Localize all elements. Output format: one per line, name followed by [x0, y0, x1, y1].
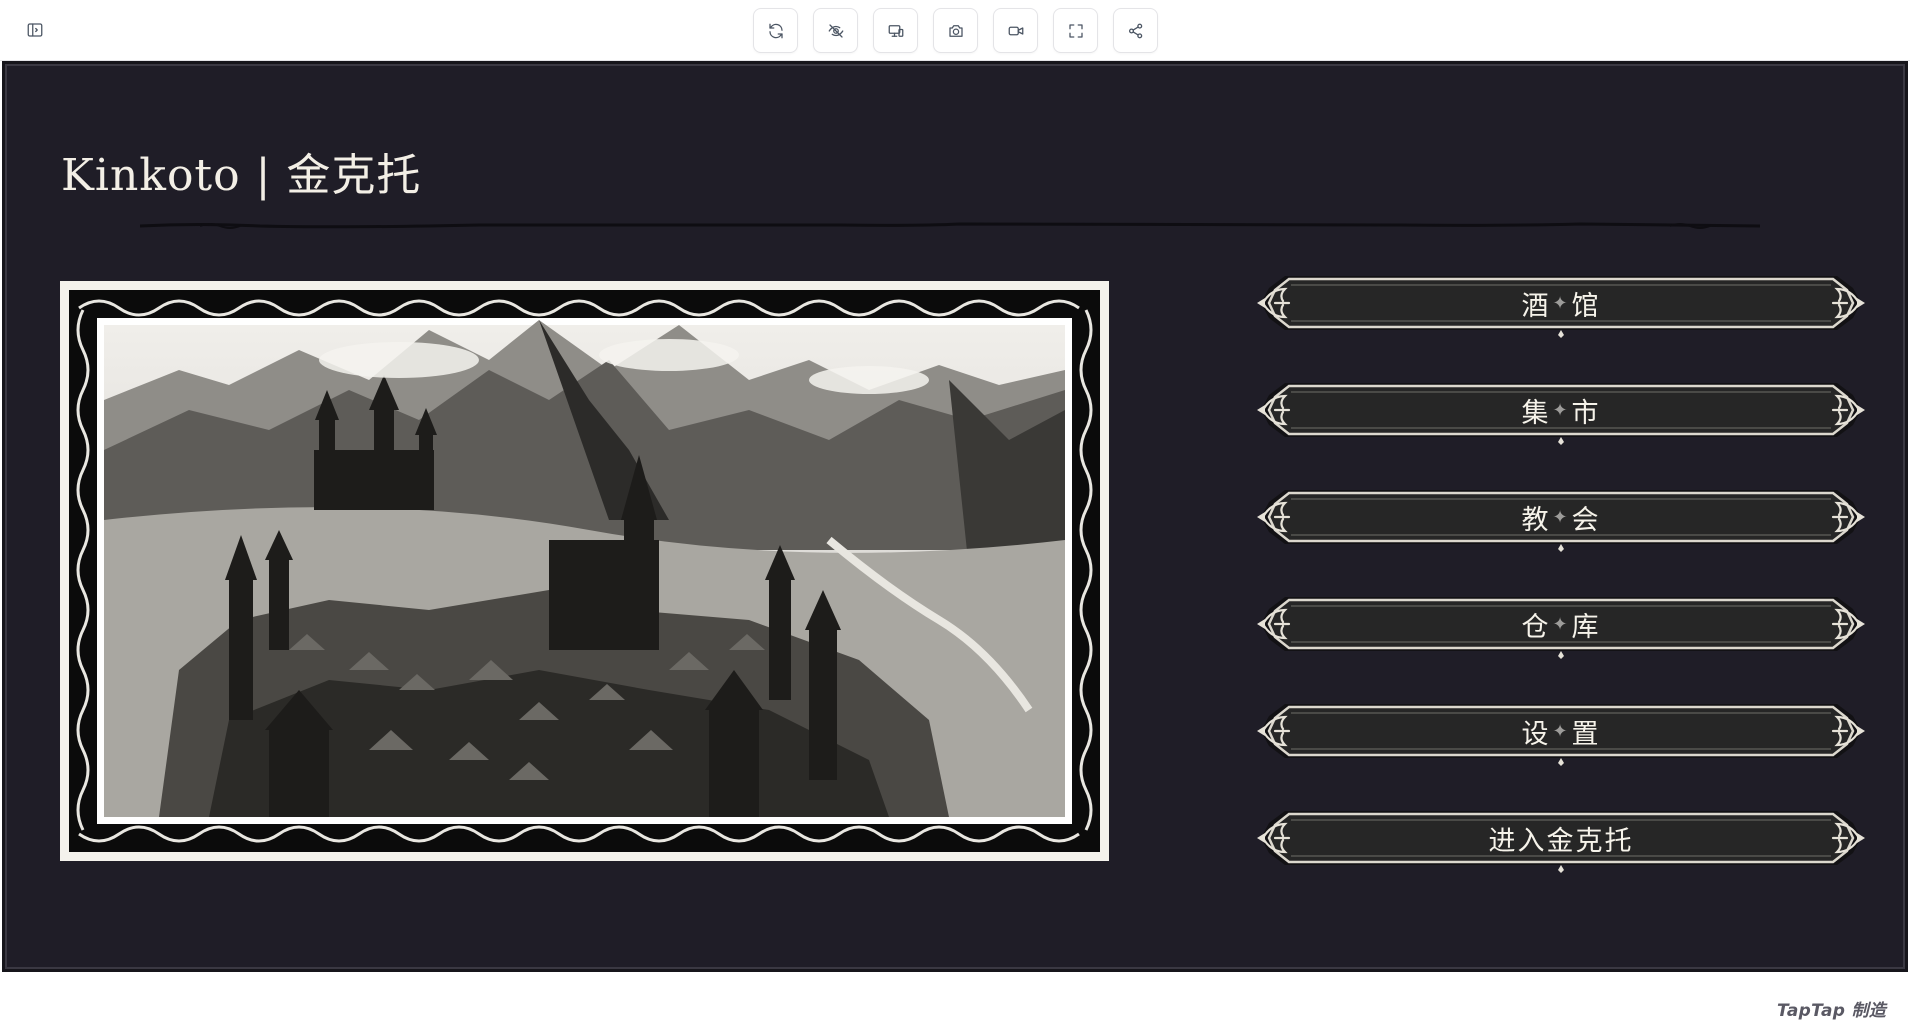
separator-icon: ✦	[1552, 399, 1570, 421]
menu-label-left: 酒	[1521, 290, 1551, 322]
share-icon	[1128, 23, 1142, 38]
game-title: Kinkoto | 金克托	[61, 150, 422, 201]
menu-button-church[interactable]: 教 ✦ 会	[1255, 482, 1867, 552]
taptap-watermark: TapTap 制造	[1777, 1001, 1887, 1021]
devices-icon	[888, 24, 903, 37]
game-stage: Kinkoto | 金克托 酒 ✦ 馆 集 ✦ 市 教 ✦ 会 仓 ✦ 库 设 …	[2, 61, 1908, 1021]
menu-button-enter-kinkoto[interactable]: 进入金克托	[1255, 803, 1867, 873]
menu-label-right: 置	[1571, 718, 1601, 750]
hide-button[interactable]	[813, 8, 858, 53]
menu-label-left: 教	[1521, 504, 1551, 536]
menu-label-left: 集	[1521, 397, 1551, 429]
eye-off-icon	[828, 23, 843, 38]
fullscreen-icon	[1068, 23, 1083, 38]
ornamental-divider	[140, 222, 1760, 229]
top-toolbar	[0, 0, 1910, 61]
screenshot-button[interactable]	[933, 8, 978, 53]
fullscreen-button[interactable]	[1053, 8, 1098, 53]
town-illustration	[60, 281, 1109, 861]
separator-icon: ✦	[1552, 613, 1570, 635]
separator-icon: ✦	[1552, 720, 1570, 742]
camera-icon	[948, 24, 963, 37]
menu-label-right: 会	[1571, 504, 1601, 536]
refresh-icon	[768, 23, 783, 38]
separator-icon: ✦	[1552, 506, 1570, 528]
menu-label-right: 馆	[1571, 290, 1601, 322]
menu-button-market[interactable]: 集 ✦ 市	[1255, 375, 1867, 445]
share-button[interactable]	[1113, 8, 1158, 53]
refresh-button[interactable]	[753, 8, 798, 53]
menu-button-tavern[interactable]: 酒 ✦ 馆	[1255, 268, 1867, 338]
menu-label-left: 仓	[1521, 611, 1551, 643]
menu-button-warehouse[interactable]: 仓 ✦ 库	[1255, 589, 1867, 659]
menu-label-left: 设	[1521, 718, 1551, 750]
menu-label-right: 库	[1571, 611, 1601, 643]
menu-button-settings[interactable]: 设 ✦ 置	[1255, 696, 1867, 766]
video-icon	[1008, 26, 1023, 35]
menu-label: 进入金克托	[1488, 825, 1634, 857]
separator-icon: ✦	[1552, 292, 1570, 314]
record-button[interactable]	[993, 8, 1038, 53]
menu-label-right: 市	[1571, 397, 1601, 429]
device-button[interactable]	[873, 8, 918, 53]
sidebar-toggle-icon[interactable]	[23, 18, 47, 42]
